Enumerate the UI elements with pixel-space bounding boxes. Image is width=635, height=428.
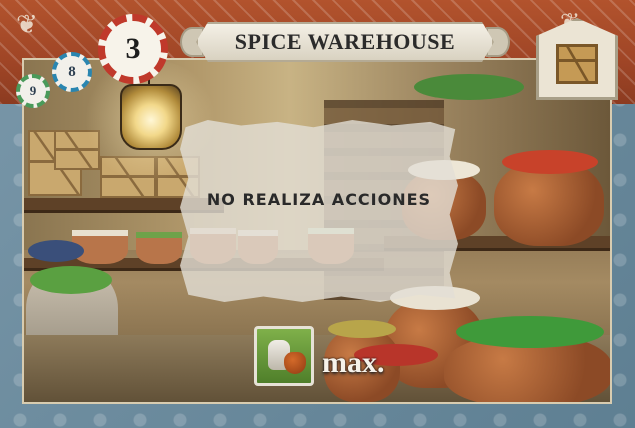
spice-bowl	[136, 232, 182, 264]
crate-icon	[556, 44, 598, 84]
overlay-note	[180, 120, 458, 302]
yellow-spice	[328, 320, 396, 338]
max-label: max.	[322, 346, 385, 379]
lantern-icon	[120, 84, 182, 150]
player-count-9: 9	[16, 74, 50, 108]
green-herbs	[456, 316, 604, 348]
flourish-icon: ❦	[16, 10, 38, 39]
green-herbs	[414, 74, 524, 100]
game-card: NO REALIZA ACCIONES SPICE WAREHOUSE ❦ ❦ …	[0, 0, 635, 428]
no-action-text: NO REALIZA ACCIONES	[206, 190, 432, 209]
player-count-3: 3	[98, 14, 168, 84]
red-spice	[502, 150, 598, 174]
spice-pot-icon	[284, 352, 306, 374]
card-title: SPICE WAREHOUSE	[234, 29, 456, 54]
green-spice	[30, 266, 112, 294]
player-count-8: 8	[52, 52, 92, 92]
blue-spice	[28, 240, 84, 262]
